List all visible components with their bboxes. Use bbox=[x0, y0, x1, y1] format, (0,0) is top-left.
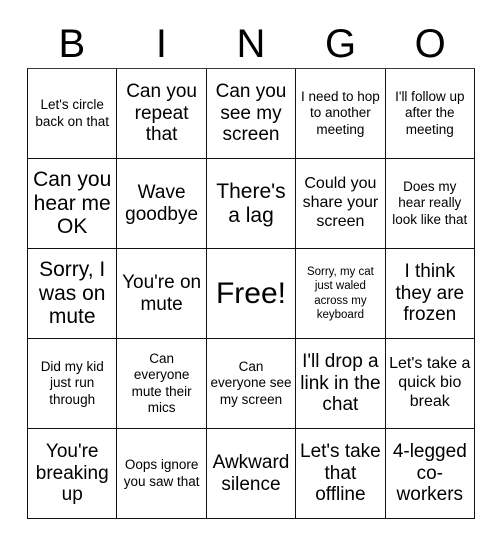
bingo-cell-label: Oops ignore you saw that bbox=[123, 457, 200, 489]
bingo-cell[interactable]: Can everyone see my screen bbox=[206, 339, 297, 429]
bingo-cell[interactable]: You're breaking up bbox=[28, 429, 118, 519]
bingo-cell[interactable]: Let's circle back on that bbox=[28, 69, 118, 159]
bingo-cell[interactable]: 4-legged co-workers bbox=[385, 429, 475, 519]
bingo-cell-label: Let's take a quick bio break bbox=[389, 355, 471, 410]
bingo-cell-label: There's a lag bbox=[216, 179, 286, 227]
bingo-cell[interactable]: Did my kid just run through bbox=[28, 339, 118, 429]
bingo-cell-label: 4-legged co-workers bbox=[392, 440, 467, 506]
bingo-cell[interactable]: There's a lag bbox=[206, 159, 297, 249]
bingo-cell[interactable]: Can you hear me OK bbox=[28, 159, 118, 249]
bingo-cell-label: I'll follow up after the meeting bbox=[395, 89, 465, 137]
bingo-cell-label: Can you repeat that bbox=[126, 80, 197, 146]
bingo-cell[interactable]: Let's take a quick bio break bbox=[385, 339, 475, 429]
bingo-grid: Let's circle back on that Can you repeat … bbox=[27, 68, 475, 519]
bingo-cell-label: Let's circle back on that bbox=[35, 97, 109, 129]
bingo-cell-label: Let's take that offline bbox=[300, 440, 381, 506]
header-letter-i: I bbox=[155, 22, 167, 66]
bingo-cell-free[interactable]: Free! bbox=[206, 249, 297, 339]
bingo-cell[interactable]: I need to hop to another meeting bbox=[296, 69, 386, 159]
bingo-cell-label: Did my kid just run through bbox=[40, 359, 104, 407]
header-letter-b: B bbox=[58, 22, 86, 66]
header-letter-g: G bbox=[325, 22, 357, 66]
bingo-cell-label: Does my hear really look like that bbox=[392, 179, 468, 227]
header-letter-n: N bbox=[236, 22, 266, 66]
bingo-cell[interactable]: I'll drop a link in the chat bbox=[296, 339, 386, 429]
bingo-cell[interactable]: Wave goodbye bbox=[117, 159, 207, 249]
bingo-cell-label: Can you see my screen bbox=[215, 80, 287, 146]
bingo-cell-label: Can everyone mute their mics bbox=[131, 351, 192, 415]
bingo-cell[interactable]: Oops ignore you saw that bbox=[117, 429, 207, 519]
bingo-cell[interactable]: Could you share your screen bbox=[296, 159, 386, 249]
bingo-header-row: B I N G O bbox=[27, 20, 475, 68]
bingo-cell[interactable]: Can you repeat that bbox=[117, 69, 207, 159]
header-letter-o: O bbox=[414, 22, 446, 66]
bingo-cell[interactable]: You're on mute bbox=[117, 249, 207, 339]
bingo-card: B I N G O Let's circle back on that Can y… bbox=[0, 0, 500, 544]
bingo-cell-label: Can everyone see my screen bbox=[210, 359, 292, 407]
bingo-cell[interactable]: Can you see my screen bbox=[206, 69, 297, 159]
bingo-cell-label: I need to hop to another meeting bbox=[300, 89, 380, 137]
bingo-cell[interactable]: I'll follow up after the meeting bbox=[385, 69, 475, 159]
bingo-cell[interactable]: Can everyone mute their mics bbox=[117, 339, 207, 429]
bingo-cell-label: Sorry, my cat just waled across my keybo… bbox=[306, 266, 374, 321]
bingo-cell[interactable]: Sorry, my cat just waled across my keybo… bbox=[296, 249, 386, 339]
bingo-cell-label: Wave goodbye bbox=[125, 181, 199, 225]
bingo-cell-label: Can you hear me OK bbox=[33, 167, 112, 239]
bingo-cell[interactable]: Let's take that offline bbox=[296, 429, 386, 519]
bingo-cell-label: Sorry, I was on mute bbox=[38, 257, 106, 329]
bingo-cell-label: Could you share your screen bbox=[302, 175, 379, 230]
bingo-cell-label: Awkward silence bbox=[212, 451, 290, 495]
bingo-cell-label: Free! bbox=[215, 277, 286, 310]
bingo-cell-label: You're on mute bbox=[122, 271, 202, 315]
bingo-cell[interactable]: Sorry, I was on mute bbox=[28, 249, 118, 339]
bingo-cell[interactable]: I think they are frozen bbox=[385, 249, 475, 339]
bingo-cell-label: I'll drop a link in the chat bbox=[300, 350, 381, 416]
bingo-cell[interactable]: Awkward silence bbox=[206, 429, 297, 519]
bingo-cell-label: I think they are frozen bbox=[395, 260, 465, 326]
bingo-cell-label: You're breaking up bbox=[35, 440, 109, 506]
bingo-cell[interactable]: Does my hear really look like that bbox=[385, 159, 475, 249]
